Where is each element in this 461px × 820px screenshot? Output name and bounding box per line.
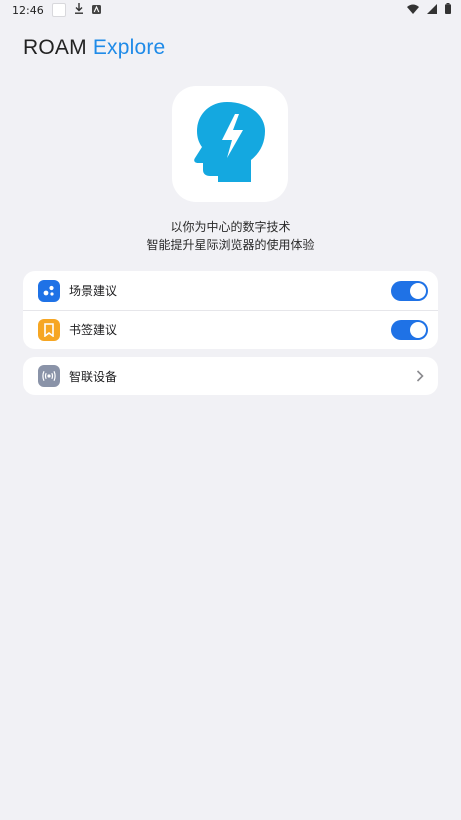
suggestion-settings-group: 场景建议 书签建议 bbox=[23, 271, 438, 349]
settings-row-scene-suggestion[interactable]: 场景建议 bbox=[23, 271, 438, 310]
settings-row-smart-device[interactable]: 智联设备 bbox=[23, 357, 438, 395]
app-title-accent: Explore bbox=[92, 36, 166, 59]
settings-row-label: 场景建议 bbox=[69, 284, 118, 298]
tagline: 以你为中心的数字技术 智能提升星际浏览器的使用体验 bbox=[0, 218, 461, 254]
tagline-line-1: 以你为中心的数字技术 bbox=[170, 220, 291, 234]
bookmark-suggestion-toggle[interactable] bbox=[391, 319, 428, 340]
status-bar: 12:46 bbox=[0, 0, 461, 20]
scene-suggestion-toggle[interactable] bbox=[391, 280, 428, 301]
settings-row-label: 书签建议 bbox=[69, 323, 118, 337]
app-notification-icon bbox=[91, 4, 101, 17]
wifi-icon bbox=[407, 4, 419, 17]
notification-box-icon bbox=[51, 3, 66, 17]
toggle-knob bbox=[410, 321, 426, 338]
tagline-line-2: 智能提升星际浏览器的使用体验 bbox=[146, 238, 315, 252]
head-lightning-icon bbox=[191, 102, 269, 190]
logo-card bbox=[172, 86, 288, 202]
app-title-brand: ROAM bbox=[23, 36, 87, 59]
status-time: 12:46 bbox=[12, 3, 44, 17]
device-settings-group: 智联设备 bbox=[23, 357, 438, 395]
status-right bbox=[407, 3, 451, 17]
scene-suggestion-icon bbox=[38, 279, 60, 302]
smart-device-icon bbox=[38, 365, 60, 387]
app-title: ROAM Explore bbox=[23, 36, 165, 60]
download-icon bbox=[74, 3, 84, 17]
bookmark-icon bbox=[38, 318, 60, 341]
status-left: 12:46 bbox=[12, 3, 101, 17]
chevron-right-icon bbox=[412, 368, 428, 384]
battery-icon bbox=[445, 3, 451, 17]
settings-row-bookmark-suggestion[interactable]: 书签建议 bbox=[23, 310, 438, 349]
signal-icon bbox=[427, 3, 437, 17]
toggle-knob bbox=[410, 282, 426, 299]
settings-row-label: 智联设备 bbox=[69, 369, 118, 384]
